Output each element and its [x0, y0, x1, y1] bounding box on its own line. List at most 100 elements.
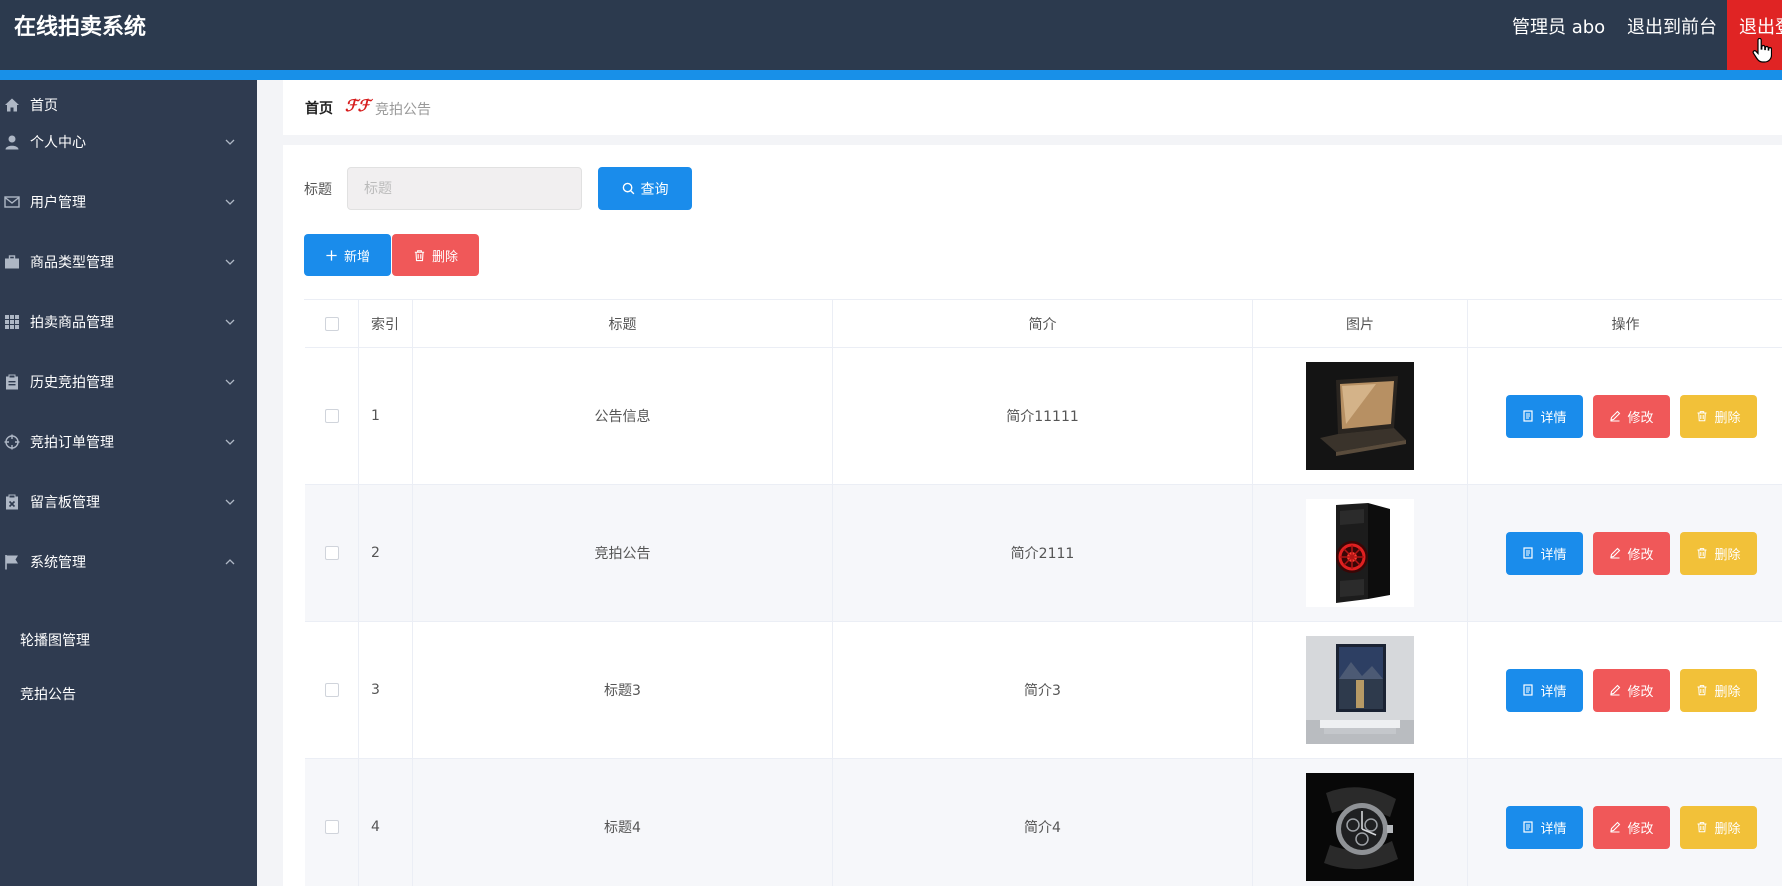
breadcrumb-home[interactable]: 首页 [305, 98, 333, 118]
detail-button-label: 详情 [1540, 821, 1567, 837]
sidebar-item-label: 商品类型管理 [30, 255, 114, 271]
edit-button[interactable]: 修改 [1593, 668, 1670, 712]
edit-button-label: 修改 [1627, 821, 1654, 837]
row-intro: 简介3 [833, 622, 1253, 758]
delete-button[interactable]: 删除 [1680, 805, 1757, 849]
edit-button-label: 修改 [1627, 547, 1654, 563]
laptop-thumbnail[interactable] [1306, 362, 1414, 470]
edit-button[interactable]: 修改 [1593, 805, 1670, 849]
detail-button[interactable]: 详情 [1506, 531, 1583, 575]
exit-to-frontend-link[interactable]: 退出到前台 [1627, 14, 1717, 42]
detail-button[interactable]: 详情 [1506, 668, 1583, 712]
sidebar-item-label: 留言板管理 [30, 495, 100, 511]
chevron-down-icon [225, 439, 235, 445]
select-all-checkbox[interactable] [324, 316, 339, 331]
row-title: 标题4 [413, 759, 833, 886]
delete-button-label: 删除 [1714, 684, 1741, 700]
add-button[interactable]: 新增 [304, 234, 391, 276]
batch-delete-button-label: 删除 [431, 249, 458, 265]
detail-button[interactable]: 详情 [1506, 394, 1583, 438]
breadcrumb-current: 竞拍公告 [375, 102, 431, 118]
row-select-cell [305, 622, 359, 758]
sidebar-item-personal-center[interactable]: 个人中心 [0, 117, 257, 167]
table-row: 3 标题3 简介3 详情 修改 删除 [305, 622, 1782, 759]
delete-button-label: 删除 [1714, 547, 1741, 563]
row-index: 2 [359, 485, 413, 621]
row-intro: 简介2111 [833, 485, 1253, 621]
row-checkbox[interactable] [324, 683, 339, 697]
row-image-cell [1253, 759, 1468, 886]
clipboard-icon [3, 373, 21, 391]
envelope-icon [3, 193, 21, 211]
row-checkbox[interactable] [324, 409, 339, 423]
row-checkbox[interactable] [324, 546, 339, 560]
sidebar-item-message-board[interactable]: 留言板管理 [0, 477, 257, 527]
row-actions: 详情 修改 删除 [1468, 622, 1782, 758]
row-title: 竞拍公告 [413, 485, 833, 621]
current-user-label: 管理员 abo [1512, 17, 1606, 38]
table-row: 1 公告信息 简介11111 详情 修改 删除 [305, 348, 1782, 485]
pencil-icon [1610, 684, 1621, 696]
delete-button[interactable]: 删除 [1680, 531, 1757, 575]
edit-button[interactable]: 修改 [1593, 394, 1670, 438]
user-icon [3, 133, 21, 151]
sidebar-item-label: 拍卖商品管理 [30, 315, 114, 331]
column-header-actions: 操作 [1611, 316, 1640, 333]
row-intro: 简介11111 [833, 348, 1253, 484]
row-intro: 简介4 [833, 759, 1253, 886]
sidebar-item-label: 用户管理 [30, 195, 86, 211]
batch-delete-button[interactable]: 删除 [392, 234, 479, 276]
wall-painting-thumbnail[interactable] [1306, 636, 1414, 744]
home-icon [3, 96, 21, 114]
search-input[interactable] [347, 167, 582, 210]
pc-tower-thumbnail[interactable] [1306, 499, 1414, 607]
chevron-down-icon [225, 139, 235, 145]
query-button[interactable]: 查询 [598, 167, 692, 210]
sidebar-subitem-carousel[interactable]: 轮播图管理 [20, 630, 90, 650]
delete-button[interactable]: 删除 [1680, 394, 1757, 438]
pencil-icon [1610, 410, 1621, 422]
row-index: 3 [359, 622, 413, 758]
edit-button[interactable]: 修改 [1593, 531, 1670, 575]
sidebar-item-user-management[interactable]: 用户管理 [0, 177, 257, 227]
detail-button[interactable]: 详情 [1506, 805, 1583, 849]
chevron-up-icon [225, 559, 235, 565]
table-row: 4 标题4 简介4 详情 修改 删除 [305, 759, 1782, 886]
column-header-intro: 简介 [833, 300, 1253, 347]
sidebar-item-auction-goods[interactable]: 拍卖商品管理 [0, 297, 257, 347]
sidebar-item-system-management[interactable]: 系统管理 [0, 537, 257, 587]
row-image-cell [1253, 622, 1468, 758]
sidebar-item-bid-history[interactable]: 历史竞拍管理 [0, 357, 257, 407]
sidebar-item-label: 首页 [30, 98, 58, 114]
delete-button[interactable]: 删除 [1680, 668, 1757, 712]
trash-icon [1697, 822, 1707, 833]
sidebar-subitem-bid-announcement[interactable]: 竞拍公告 [20, 684, 76, 704]
column-header-title: 标题 [413, 300, 833, 347]
document-icon [1523, 684, 1534, 696]
trash-icon [414, 249, 425, 261]
detail-button-label: 详情 [1540, 684, 1567, 700]
row-actions: 详情 修改 删除 [1468, 759, 1782, 886]
wristwatch-thumbnail[interactable] [1306, 773, 1414, 881]
row-title: 公告信息 [413, 348, 833, 484]
row-actions: 详情 修改 删除 [1468, 485, 1782, 621]
header-select-cell [305, 300, 359, 347]
chevron-down-icon [225, 379, 235, 385]
sidebar-item-product-type[interactable]: 商品类型管理 [0, 237, 257, 287]
document-icon [1523, 821, 1534, 833]
edit-button-label: 修改 [1627, 684, 1654, 700]
clipboard-x-icon [3, 493, 21, 511]
sidebar-item-bid-orders[interactable]: 竞拍订单管理 [0, 417, 257, 467]
hand-cursor-icon [1752, 38, 1772, 63]
sidebar-item-label: 历史竞拍管理 [30, 375, 114, 391]
table-header-row: 索引 标题 简介 图片 操作 [305, 300, 1782, 348]
table-row: 2 竞拍公告 简介2111 详情 修改 删除 [305, 485, 1782, 622]
row-select-cell [305, 348, 359, 484]
row-checkbox[interactable] [324, 820, 339, 834]
breadcrumb: 首页 ℱℱ 竞拍公告 [283, 80, 1782, 135]
chevron-down-icon [225, 199, 235, 205]
chevron-down-icon [225, 259, 235, 265]
edit-button-label: 修改 [1627, 410, 1654, 426]
row-actions: 详情 修改 删除 [1468, 348, 1782, 484]
breadcrumb-separator: ℱℱ [345, 96, 371, 115]
